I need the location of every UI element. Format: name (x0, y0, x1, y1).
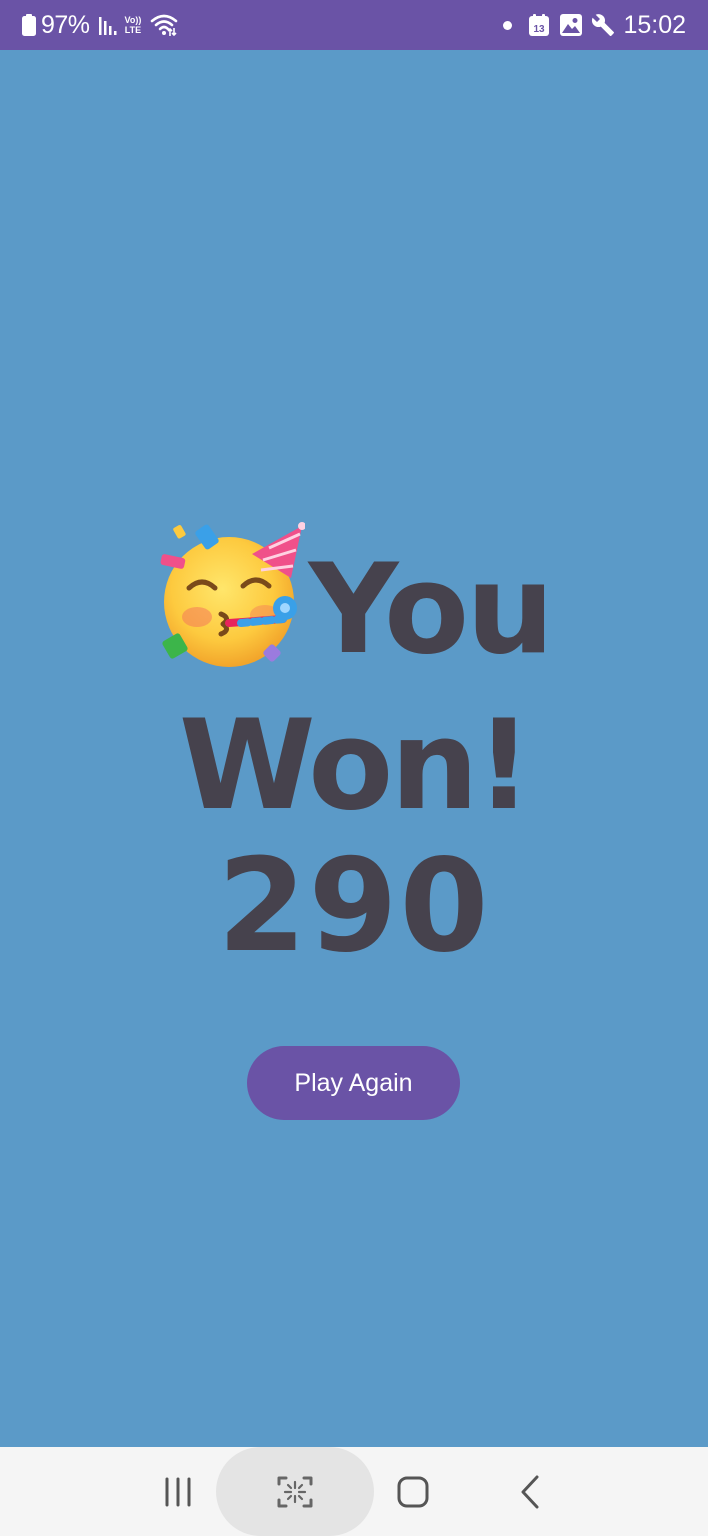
status-right: 13 15:02 (503, 10, 686, 40)
play-again-button[interactable]: Play Again (247, 1046, 460, 1120)
calendar-day: 13 (534, 24, 546, 35)
wifi-icon (151, 14, 178, 37)
navigation-bar (0, 1447, 708, 1536)
status-left: 97% Vo)) LTE (22, 10, 178, 40)
battery-percentage: 97% (41, 10, 90, 39)
lte-label: LTE (124, 25, 142, 35)
battery-icon (22, 14, 36, 36)
recent-apps-icon[interactable] (155, 1469, 201, 1515)
win-message: You Won! (0, 520, 708, 844)
volte-icon: Vo)) LTE (125, 15, 142, 35)
clock: 15:02 (623, 10, 686, 39)
partying-face-icon (160, 522, 305, 667)
dot-icon (503, 20, 513, 30)
back-icon[interactable] (508, 1469, 554, 1515)
signal-icon (98, 17, 117, 35)
volte-label: Vo)) (124, 15, 142, 25)
status-bar: 97% Vo)) LTE 13 15:02 (0, 0, 708, 50)
assistant-icon[interactable] (272, 1469, 318, 1515)
image-icon (560, 14, 583, 36)
calendar-icon: 13 (529, 14, 550, 36)
score-value: 290 (217, 832, 491, 981)
home-icon[interactable] (390, 1469, 436, 1515)
wrench-icon (592, 14, 615, 36)
